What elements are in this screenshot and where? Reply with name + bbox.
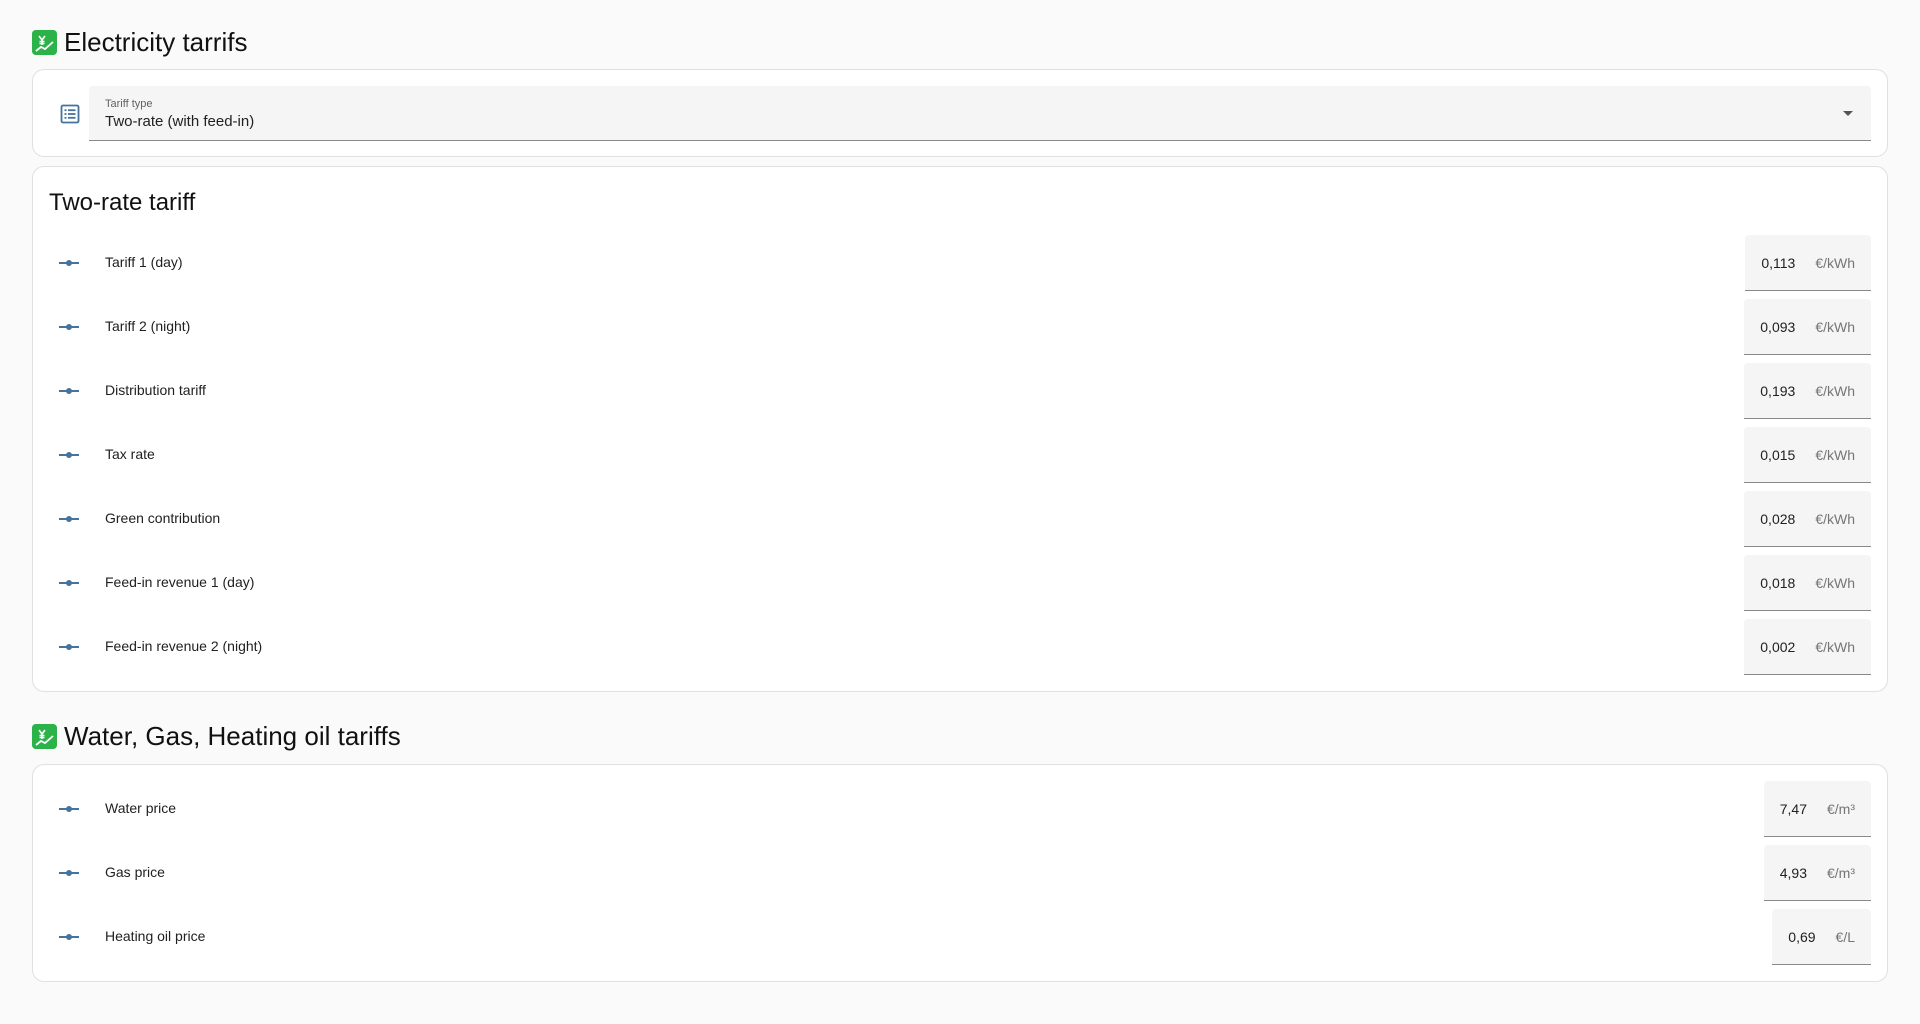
utility-unit: €/L: [1835, 928, 1855, 945]
list-icon: [59, 103, 81, 125]
utility-unit: €/m³: [1827, 864, 1855, 881]
slider-icon: [58, 801, 80, 817]
utility-unit: €/m³: [1827, 800, 1855, 817]
slider-icon: [58, 319, 80, 335]
tariff-value-input[interactable]: 0,113 €/kWh: [1745, 235, 1871, 291]
tariff-row: Tax rate 0,015 €/kWh: [33, 427, 1887, 483]
water-price-input[interactable]: 7,47 €/m³: [1763, 781, 1871, 837]
tariff-unit: €/kWh: [1815, 382, 1855, 399]
tariff-row-label: Green contribution: [105, 510, 221, 526]
tariff-unit: €/kWh: [1815, 446, 1855, 463]
tariff-row-label: Tariff 1 (day): [105, 254, 183, 270]
tariff-value-input[interactable]: 0,018 €/kWh: [1744, 555, 1871, 611]
tariff-row: Feed-in revenue 2 (night) 0,002 €/kWh: [33, 619, 1887, 675]
tariff-value: 0,018: [1760, 574, 1796, 591]
tariff-value: 0,028: [1760, 510, 1796, 527]
electricity-section-title: Electricity tarrifs: [32, 22, 247, 62]
utility-row: Gas price 4,93 €/m³: [33, 845, 1887, 901]
slider-icon: [58, 447, 80, 463]
chart-increasing-yen-icon: [32, 29, 57, 55]
electricity-title-text: Electricity tarrifs: [64, 26, 248, 57]
utility-title-text: Water, Gas, Heating oil tariffs: [64, 720, 401, 751]
slider-icon: [58, 929, 80, 945]
tariff-unit: €/kWh: [1815, 254, 1855, 271]
tariff-value: 0,093: [1760, 318, 1796, 335]
utility-tariffs-card: Water price 7,47 €/m³ Gas price 4,93 €/m…: [32, 764, 1888, 982]
utility-value: 4,93: [1779, 864, 1807, 881]
tariff-type-value: Two-rate (with feed-in): [105, 113, 255, 130]
chart-increasing-yen-icon: [32, 723, 57, 749]
chevron-down-icon[interactable]: [1843, 111, 1853, 116]
tariff-type-select[interactable]: Tariff type Two-rate (with feed-in): [89, 86, 1871, 141]
utility-row-label: Water price: [105, 800, 177, 816]
tariff-row-label: Distribution tariff: [105, 382, 206, 398]
slider-icon: [58, 639, 80, 655]
utility-row-label: Gas price: [105, 864, 165, 880]
heating-oil-price-input[interactable]: 0,69 €/L: [1772, 909, 1871, 965]
utility-value: 7,47: [1779, 800, 1807, 817]
utility-row: Heating oil price 0,69 €/L: [33, 909, 1887, 965]
page: Electricity tarrifs Tariff type Two-rate…: [0, 0, 1920, 1024]
tariff-row-label: Tariff 2 (night): [105, 318, 191, 334]
two-rate-tariff-card: Two-rate tariff Tariff 1 (day) 0,113 €/k…: [32, 166, 1888, 692]
tariff-row: Tariff 2 (night) 0,093 €/kWh: [33, 299, 1887, 355]
tariff-value-input[interactable]: 0,015 €/kWh: [1744, 427, 1871, 483]
tariff-value: 0,113: [1761, 254, 1796, 271]
tariff-type-label: Tariff type: [105, 98, 153, 110]
utility-section-title: Water, Gas, Heating oil tariffs: [32, 716, 401, 756]
slider-icon: [58, 575, 80, 591]
tariff-value-input[interactable]: 0,093 €/kWh: [1744, 299, 1871, 355]
slider-icon: [58, 255, 80, 271]
tariff-value: 0,015: [1760, 446, 1796, 463]
tariff-row: Feed-in revenue 1 (day) 0,018 €/kWh: [33, 555, 1887, 611]
tariff-unit: €/kWh: [1815, 510, 1855, 527]
slider-icon: [58, 511, 80, 527]
slider-icon: [58, 383, 80, 399]
tariff-type-card: Tariff type Two-rate (with feed-in): [32, 69, 1888, 157]
tariff-row-label: Feed-in revenue 2 (night): [105, 638, 263, 654]
tariff-value-input[interactable]: 0,028 €/kWh: [1744, 491, 1871, 547]
two-rate-tariff-header: Two-rate tariff: [49, 189, 196, 216]
tariff-value-input[interactable]: 0,193 €/kWh: [1744, 363, 1871, 419]
tariff-value-input[interactable]: 0,002 €/kWh: [1744, 619, 1871, 675]
gas-price-input[interactable]: 4,93 €/m³: [1763, 845, 1871, 901]
tariff-unit: €/kWh: [1815, 574, 1855, 591]
slider-icon: [58, 865, 80, 881]
utility-row-label: Heating oil price: [105, 928, 206, 944]
tariff-row: Green contribution 0,028 €/kWh: [33, 491, 1887, 547]
tariff-row: Distribution tariff 0,193 €/kWh: [33, 363, 1887, 419]
tariff-unit: €/kWh: [1815, 638, 1855, 655]
tariff-unit: €/kWh: [1815, 318, 1855, 335]
tariff-row-label: Tax rate: [105, 446, 155, 462]
tariff-value: 0,193: [1760, 382, 1796, 399]
tariff-row-label: Feed-in revenue 1 (day): [105, 574, 255, 590]
utility-value: 0,69: [1788, 928, 1816, 945]
tariff-row: Tariff 1 (day) 0,113 €/kWh: [33, 235, 1887, 291]
utility-row: Water price 7,47 €/m³: [33, 781, 1887, 837]
tariff-value: 0,002: [1760, 638, 1796, 655]
